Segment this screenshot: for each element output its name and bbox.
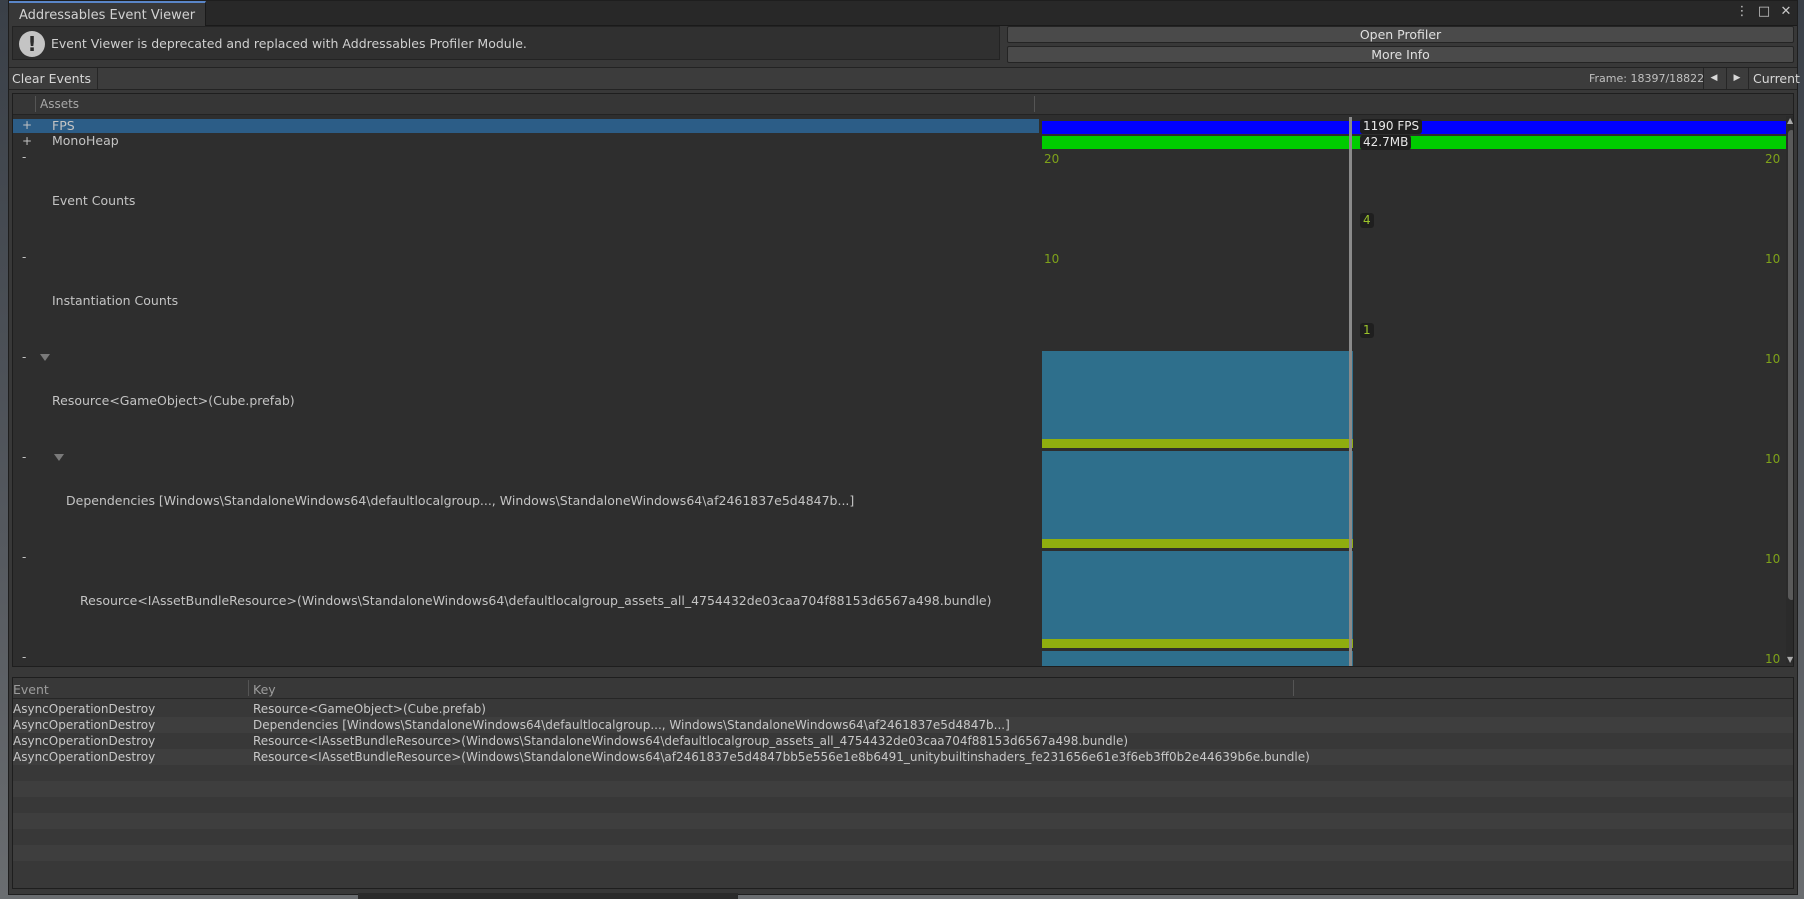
lifetime-block bbox=[1042, 351, 1353, 439]
empty-row bbox=[13, 829, 1793, 845]
empty-row bbox=[13, 765, 1793, 781]
graph-column-header: Assets bbox=[13, 94, 1793, 115]
assets-column-label: Assets bbox=[40, 97, 80, 111]
scrollbar-thumb[interactable] bbox=[1788, 130, 1793, 600]
graph-scrollbar[interactable]: ▲ ▼ bbox=[1786, 116, 1793, 664]
key-cell: Resource<IAssetBundleResource>(Windows\S… bbox=[253, 750, 1310, 764]
column-separator[interactable] bbox=[248, 680, 249, 696]
column-separator bbox=[35, 96, 36, 112]
frame-cursor-line[interactable] bbox=[1349, 117, 1352, 666]
instantiation-count-badge: 1 bbox=[1360, 323, 1374, 338]
axis-max-left: 10 bbox=[1044, 252, 1060, 266]
open-profiler-button[interactable]: Open Profiler bbox=[1007, 26, 1794, 43]
maximize-icon[interactable]: □ bbox=[1757, 4, 1771, 19]
monoheap-toggle[interactable]: + bbox=[22, 134, 32, 148]
empty-row bbox=[13, 861, 1793, 877]
refcount-bar bbox=[1042, 539, 1353, 548]
events-table: Event Key AsyncOperationDestroy Resource… bbox=[12, 677, 1794, 889]
event-viewer-window: Addressables Event Viewer ⋮ □ ✕ ! Event … bbox=[8, 0, 1800, 895]
events-table-header: Event Key bbox=[13, 678, 1793, 699]
title-bar-controls: ⋮ □ ✕ bbox=[1735, 4, 1793, 19]
axis-max-right: 10 bbox=[1765, 552, 1781, 566]
event-cell: AsyncOperationDestroy bbox=[13, 734, 156, 748]
cube-prefab-toggle[interactable]: - bbox=[22, 350, 26, 364]
triangle-left-icon[interactable]: ◀ bbox=[1703, 68, 1724, 89]
scroll-up-icon[interactable]: ▲ bbox=[1787, 116, 1793, 125]
exclamation-icon: ! bbox=[19, 31, 45, 57]
expand-triangle-icon[interactable] bbox=[40, 354, 50, 361]
close-icon[interactable]: ✕ bbox=[1779, 4, 1793, 19]
expand-triangle-icon[interactable] bbox=[54, 454, 64, 461]
axis-max-left: 20 bbox=[1044, 152, 1060, 166]
triangle-right-icon[interactable]: ▶ bbox=[1726, 68, 1747, 89]
current-frame-button[interactable]: Current bbox=[1748, 68, 1800, 89]
graph-panel: Assets + FPS 1190 FPS + MonoHeap 42.7MB … bbox=[12, 93, 1794, 667]
column-separator bbox=[1034, 96, 1035, 112]
table-row[interactable]: AsyncOperationDestroy Resource<GameObjec… bbox=[13, 701, 1793, 717]
monoheap-bar bbox=[1042, 136, 1786, 149]
deprecation-help-box: ! Event Viewer is deprecated and replace… bbox=[12, 26, 1000, 60]
more-info-button[interactable]: More Info bbox=[1007, 46, 1794, 63]
fps-row-selection[interactable] bbox=[13, 119, 1039, 133]
event-cell: AsyncOperationDestroy bbox=[13, 718, 156, 732]
kebab-menu-icon[interactable]: ⋮ bbox=[1735, 4, 1749, 19]
event-cell: AsyncOperationDestroy bbox=[13, 702, 156, 716]
refcount-bar bbox=[1042, 439, 1353, 448]
clear-events-button[interactable]: Clear Events bbox=[12, 68, 98, 89]
key-cell: Dependencies [Windows\StandaloneWindows6… bbox=[253, 718, 1010, 732]
axis-max-right: 10 bbox=[1765, 352, 1781, 366]
monoheap-label[interactable]: MonoHeap bbox=[52, 133, 119, 148]
table-row[interactable]: AsyncOperationDestroy Resource<IAssetBun… bbox=[13, 749, 1793, 765]
window-tab[interactable]: Addressables Event Viewer bbox=[9, 1, 207, 26]
event-column-header[interactable]: Event bbox=[13, 682, 49, 697]
bottom-taskbar-strip bbox=[358, 893, 738, 899]
bundle-resource-label[interactable]: Resource<IAssetBundleResource>(Windows\S… bbox=[80, 593, 991, 608]
table-row[interactable]: AsyncOperationDestroy Dependencies [Wind… bbox=[13, 717, 1793, 733]
title-bar: Addressables Event Viewer ⋮ □ ✕ bbox=[9, 1, 1797, 26]
help-message: Event Viewer is deprecated and replaced … bbox=[51, 36, 527, 51]
axis-max-right: 10 bbox=[1765, 252, 1781, 266]
empty-row bbox=[13, 797, 1793, 813]
fps-value-badge: 1190 FPS bbox=[1360, 119, 1423, 134]
key-cell: Resource<IAssetBundleResource>(Windows\S… bbox=[253, 734, 1129, 748]
cube-prefab-label[interactable]: Resource<GameObject>(Cube.prefab) bbox=[52, 393, 295, 408]
monoheap-value-badge: 42.7MB bbox=[1360, 135, 1412, 150]
instantiation-counts-toggle[interactable]: - bbox=[22, 250, 26, 264]
scroll-down-icon[interactable]: ▼ bbox=[1787, 655, 1793, 664]
dependencies-toggle[interactable]: - bbox=[22, 450, 26, 464]
event-counts-toggle[interactable]: - bbox=[22, 150, 26, 164]
toolbar: Clear Events Frame: 18397/18822 ◀ ▶ Curr… bbox=[9, 67, 1800, 90]
empty-row bbox=[13, 845, 1793, 861]
lifetime-block bbox=[1042, 451, 1353, 539]
event-cell: AsyncOperationDestroy bbox=[13, 750, 156, 764]
column-separator[interactable] bbox=[1293, 680, 1294, 696]
lifetime-block bbox=[1042, 651, 1353, 666]
dependencies-label[interactable]: Dependencies [Windows\StandaloneWindows6… bbox=[66, 493, 854, 508]
empty-row bbox=[13, 781, 1793, 797]
event-count-badge: 4 bbox=[1360, 213, 1374, 228]
lifetime-block bbox=[1042, 551, 1353, 639]
axis-max-right: 20 bbox=[1765, 152, 1781, 166]
next-row-toggle[interactable]: - bbox=[22, 650, 26, 664]
key-column-header[interactable]: Key bbox=[253, 682, 276, 697]
table-row[interactable]: AsyncOperationDestroy Resource<IAssetBun… bbox=[13, 733, 1793, 749]
empty-row bbox=[13, 813, 1793, 829]
axis-max-right: 10 bbox=[1765, 652, 1781, 666]
instantiation-counts-label[interactable]: Instantiation Counts bbox=[52, 293, 178, 308]
fps-label[interactable]: FPS bbox=[52, 118, 75, 133]
axis-max-right: 10 bbox=[1765, 452, 1781, 466]
frame-counter: Frame: 18397/18822 bbox=[1589, 72, 1705, 85]
refcount-bar bbox=[1042, 639, 1353, 648]
event-counts-label[interactable]: Event Counts bbox=[52, 193, 135, 208]
fps-toggle[interactable]: + bbox=[22, 118, 32, 132]
bundle-resource-toggle[interactable]: - bbox=[22, 550, 26, 564]
key-cell: Resource<GameObject>(Cube.prefab) bbox=[253, 702, 486, 716]
